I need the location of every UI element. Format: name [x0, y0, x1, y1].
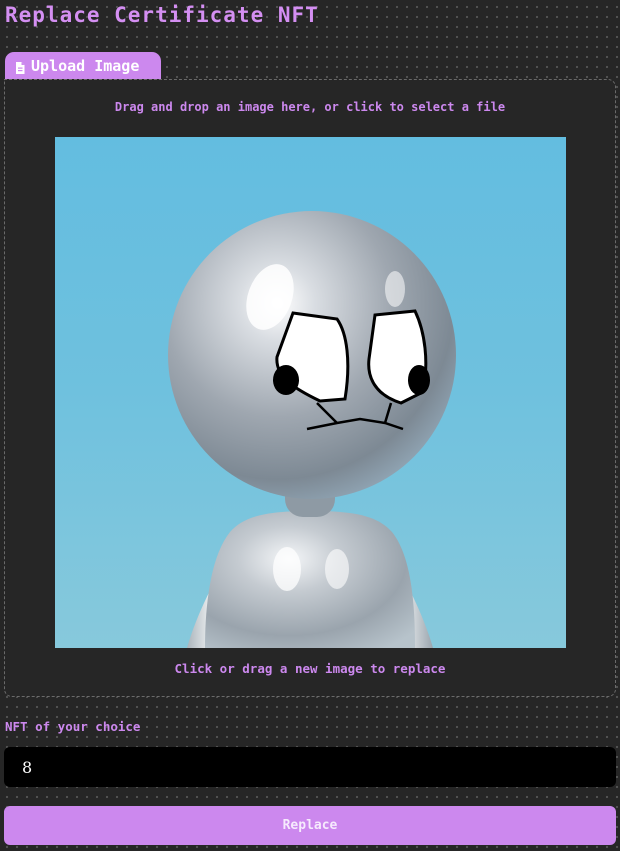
drop-hint: Drag and drop an image here, or click to…: [114, 100, 506, 114]
page-title: Replace Certificate NFT: [5, 3, 319, 27]
file-icon: [15, 60, 25, 74]
replace-button[interactable]: Replace: [4, 806, 616, 845]
replace-hint: Click or drag a new image to replace: [174, 661, 446, 676]
nft-label: NFT of your choice: [5, 719, 141, 734]
nft-input[interactable]: [4, 747, 616, 787]
tab-upload-image[interactable]: Upload Image: [5, 52, 161, 80]
image-dropzone[interactable]: Drag and drop an image here, or click to…: [4, 79, 616, 697]
tab-label: Upload Image: [31, 57, 140, 75]
preview-image: [55, 137, 566, 648]
